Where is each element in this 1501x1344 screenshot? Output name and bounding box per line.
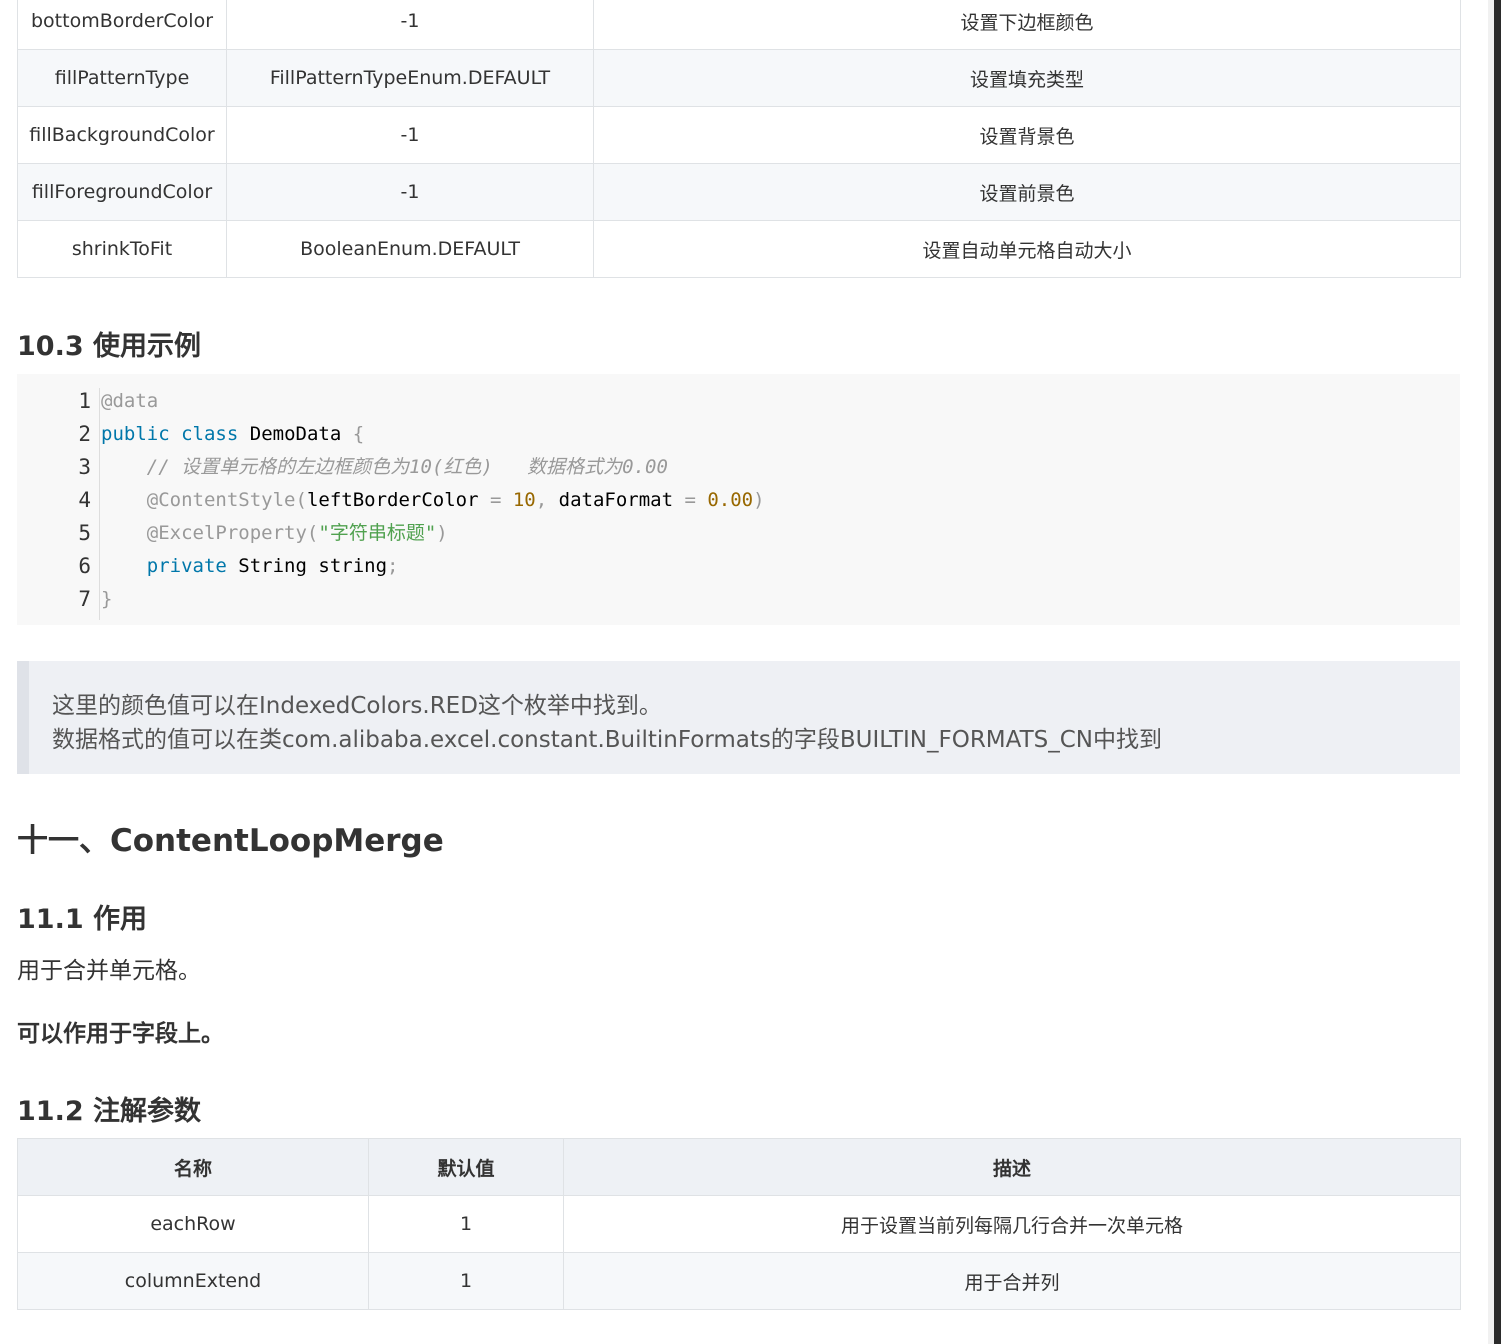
table-row: eachRow 1 用于设置当前列每隔几行合并一次单元格 xyxy=(17,1195,1461,1253)
param-default-cell: 1 xyxy=(368,1252,564,1310)
param-default-cell: -1 xyxy=(226,163,594,221)
paren-token: ) xyxy=(436,522,448,544)
param-desc-cell: 设置下边框颜色 xyxy=(593,0,1461,50)
operator-token: = xyxy=(478,489,513,511)
line-number: 6 xyxy=(78,554,91,578)
column-header-default: 默认值 xyxy=(368,1138,564,1196)
line-number: 7 xyxy=(78,587,91,611)
code-line: @ExcelProperty("字符串标题") xyxy=(101,520,765,553)
type-token: String xyxy=(238,555,307,577)
number-token: 0.00 xyxy=(707,489,754,511)
column-header-desc: 描述 xyxy=(563,1138,1461,1196)
param-default-cell: FillPatternTypeEnum.DEFAULT xyxy=(226,49,594,107)
line-number: 4 xyxy=(78,488,91,512)
param-desc-cell: 设置背景色 xyxy=(593,106,1461,164)
window-edge xyxy=(1494,0,1501,1344)
param-name-cell: bottomBorderColor xyxy=(17,0,227,50)
keyword-token: class xyxy=(181,423,239,445)
comment-token: // 设置单元格的左边框颜色为10(红色) 数据格式为0.00 xyxy=(146,456,668,478)
paren-token: ( xyxy=(295,489,307,511)
annotation-token: @ContentStyle xyxy=(146,489,296,511)
param-desc-cell: 用于设置当前列每隔几行合并一次单元格 xyxy=(563,1195,1461,1253)
param-default-cell: 1 xyxy=(368,1195,564,1253)
note-line: 这里的颜色值可以在IndexedColors.RED这个枚举中找到。 xyxy=(52,693,662,719)
string-token: "字符串标题" xyxy=(318,522,437,544)
brace-token: { xyxy=(352,423,365,445)
keyword-token: private xyxy=(146,555,227,577)
param-name-cell: fillPatternType xyxy=(17,49,227,107)
line-number: 1 xyxy=(78,389,91,413)
table-row: bottomBorderColor -1 设置下边框颜色 xyxy=(17,0,1461,50)
param-default-cell: -1 xyxy=(226,0,594,50)
comma-token: , xyxy=(535,489,559,511)
param-token: dataFormat xyxy=(558,489,674,511)
keyword-token: public xyxy=(101,423,170,445)
note-line: 数据格式的值可以在类com.alibaba.excel.constant.Bui… xyxy=(52,727,1163,753)
param-desc-cell: 设置填充类型 xyxy=(593,49,1461,107)
param-desc-cell: 用于合并列 xyxy=(563,1252,1461,1310)
code-line: @data xyxy=(101,388,765,421)
code-line: } xyxy=(101,586,765,619)
table-row: fillBackgroundColor -1 设置背景色 xyxy=(17,106,1461,164)
table-row: fillForegroundColor -1 设置前景色 xyxy=(17,163,1461,221)
section-heading-10-3: 10.3 使用示例 xyxy=(17,331,202,362)
paren-token: ) xyxy=(753,489,765,511)
table-row: fillPatternType FillPatternTypeEnum.DEFA… xyxy=(17,49,1461,107)
param-desc-cell: 设置前景色 xyxy=(593,163,1461,221)
code-line: private String string; xyxy=(101,553,765,586)
param-name-cell: shrinkToFit xyxy=(17,220,227,278)
code-lines: @data public class DemoData { // 设置单元格的左… xyxy=(101,388,765,619)
line-number-gutter: 1 2 3 4 5 6 7 xyxy=(17,388,100,620)
note-blockquote: 这里的颜色值可以在IndexedColors.RED这个枚举中找到。 数据格式的… xyxy=(17,661,1460,774)
paragraph-bold: 可以作用于字段上。 xyxy=(17,1021,224,1047)
annotation-token: @data xyxy=(101,390,159,412)
param-name-cell: eachRow xyxy=(17,1195,369,1253)
param-name-cell: fillBackgroundColor xyxy=(17,106,227,164)
section-heading-11-1: 11.1 作用 xyxy=(17,904,148,935)
code-line: public class DemoData { xyxy=(101,421,765,454)
code-line: @ContentStyle(leftBorderColor = 10, data… xyxy=(101,487,765,520)
param-name-cell: columnExtend xyxy=(17,1252,369,1310)
paragraph: 用于合并单元格。 xyxy=(17,958,201,984)
field-token: string xyxy=(318,555,388,577)
column-header-name: 名称 xyxy=(17,1138,369,1196)
line-number: 3 xyxy=(78,455,91,479)
table-row: shrinkToFit BooleanEnum.DEFAULT 设置自动单元格自… xyxy=(17,220,1461,278)
line-number: 2 xyxy=(78,422,91,446)
paren-token: ( xyxy=(306,522,319,544)
section-heading-11: 十一、ContentLoopMerge xyxy=(17,823,444,859)
loop-merge-params-table: 名称 默认值 描述 eachRow 1 用于设置当前列每隔几行合并一次单元格 c… xyxy=(17,1138,1461,1310)
semicolon-token: ; xyxy=(387,555,399,577)
param-default-cell: BooleanEnum.DEFAULT xyxy=(226,220,594,278)
brace-token: } xyxy=(101,588,113,610)
code-line: // 设置单元格的左边框颜色为10(红色) 数据格式为0.00 xyxy=(101,454,765,487)
section-heading-11-2: 11.2 注解参数 xyxy=(17,1096,202,1127)
table-header-row: 名称 默认值 描述 xyxy=(17,1138,1461,1196)
param-desc-cell: 设置自动单元格自动大小 xyxy=(593,220,1461,278)
number-token: 10 xyxy=(512,489,536,511)
param-name-cell: fillForegroundColor xyxy=(17,163,227,221)
table-row: columnExtend 1 用于合并列 xyxy=(17,1252,1461,1310)
param-default-cell: -1 xyxy=(226,106,594,164)
code-block[interactable]: 1 2 3 4 5 6 7 @data public class DemoDat… xyxy=(17,374,1460,625)
param-token: leftBorderColor xyxy=(306,489,479,511)
class-name-token: DemoData xyxy=(249,423,342,445)
operator-token: = xyxy=(673,489,708,511)
content-style-params-table: bottomBorderColor -1 设置下边框颜色 fillPattern… xyxy=(17,0,1461,278)
annotation-token: @ExcelProperty xyxy=(146,522,307,544)
line-number: 5 xyxy=(78,521,91,545)
